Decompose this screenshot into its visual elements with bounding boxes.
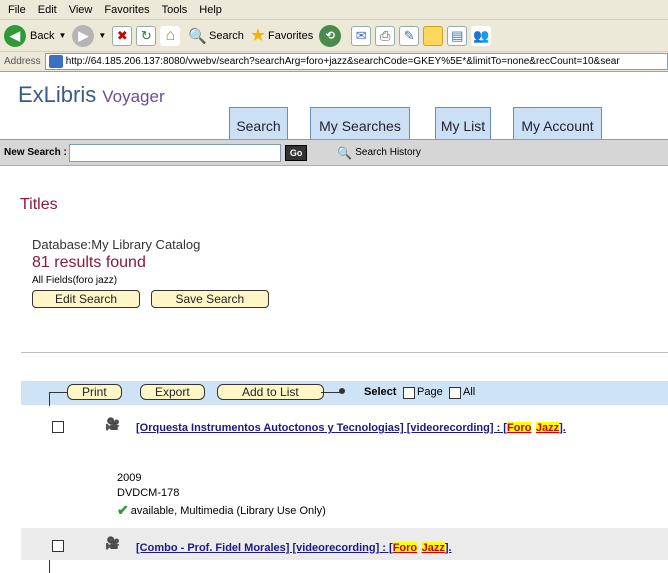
address-url: http://64.185.206.137:8080/vwebv/search?… bbox=[65, 56, 620, 67]
select-page-checkbox[interactable] bbox=[403, 387, 415, 399]
tab-my-searches[interactable]: My Searches bbox=[310, 107, 410, 139]
results-content: Titles Database:My Library Catalog 81 re… bbox=[0, 196, 668, 308]
record-title-end: ]. bbox=[559, 422, 566, 434]
dropdown-icon: ▼ bbox=[98, 31, 107, 40]
highlight-term: Foro bbox=[392, 542, 418, 554]
go-button[interactable]: Go bbox=[284, 144, 308, 161]
search-toolbar-button[interactable]: 🔍 Search bbox=[188, 27, 244, 45]
magnifier-icon: 🔍 bbox=[188, 27, 207, 45]
videorecording-icon: 🎥 bbox=[105, 417, 120, 431]
star-icon: ★ bbox=[249, 25, 266, 45]
new-search-bar: New Search : Go 🔍 Search History bbox=[0, 140, 668, 166]
record-availability: ✔ available, Multimedia (Library Use Onl… bbox=[117, 502, 326, 519]
logo-exlibris: ExLibris bbox=[18, 82, 97, 107]
results-action-bar: Print Export Add to List Select Page All bbox=[21, 381, 668, 405]
menu-tools[interactable]: Tools bbox=[158, 4, 196, 16]
menu-bar: File Edit View Favorites Tools Help bbox=[0, 0, 668, 20]
address-input[interactable]: http://64.185.206.137:8080/vwebv/search?… bbox=[44, 53, 668, 70]
tab-my-account[interactable]: My Account bbox=[513, 107, 602, 139]
checkmark-icon: ✔ bbox=[117, 502, 129, 518]
save-search-button[interactable]: Save Search bbox=[150, 290, 270, 308]
print-button[interactable]: Print bbox=[67, 384, 122, 400]
search-history-label: Search History bbox=[355, 147, 421, 158]
back-arrow-icon: ◀ bbox=[4, 24, 26, 47]
record-checkbox[interactable] bbox=[52, 540, 64, 552]
history-magnifier-icon: 🔍 bbox=[337, 145, 353, 160]
record-title-link[interactable]: [Orquesta Instrumentos Autoctonos y Tecn… bbox=[136, 419, 656, 436]
mail-icon[interactable]: ✉ bbox=[351, 25, 372, 46]
address-label: Address bbox=[4, 56, 41, 67]
home-icon[interactable]: ⌂ bbox=[160, 25, 181, 46]
highlight-term: Foro bbox=[506, 422, 532, 434]
page-title: Titles bbox=[20, 196, 58, 213]
record-call-number: DVDCM-178 bbox=[117, 487, 180, 499]
messenger-icon[interactable]: 👥 bbox=[471, 25, 492, 46]
back-label: Back bbox=[30, 29, 55, 42]
folder-icon[interactable] bbox=[423, 25, 444, 46]
new-search-label: New Search : bbox=[4, 147, 67, 158]
record-checkbox[interactable] bbox=[52, 421, 64, 433]
divider bbox=[21, 352, 668, 353]
new-search-input[interactable] bbox=[68, 143, 281, 162]
database-line: Database:My Library Catalog bbox=[32, 237, 201, 252]
export-button[interactable]: Export bbox=[140, 384, 205, 400]
all-label: All bbox=[463, 386, 476, 398]
refresh-icon[interactable]: ↻ bbox=[136, 25, 157, 46]
browser-toolbar: ◀ Back ▼ ▶ ▼ ✖ ↻ ⌂ 🔍 Search ★ Favorites … bbox=[0, 20, 668, 52]
results-count: 81 results found bbox=[32, 254, 146, 271]
edit-search-button[interactable]: Edit Search bbox=[32, 290, 141, 308]
address-bar: Address http://64.185.206.137:8080/vwebv… bbox=[0, 52, 668, 72]
record-title-link[interactable]: [Combo - Prof. Fidel Morales] [videoreco… bbox=[136, 538, 452, 556]
favorites-button[interactable]: ★ Favorites bbox=[250, 25, 313, 46]
search-label: Search bbox=[209, 29, 244, 42]
menu-edit[interactable]: Edit bbox=[34, 4, 65, 16]
research-icon[interactable]: ▤ bbox=[447, 25, 468, 46]
history-icon[interactable]: ⟲ bbox=[319, 24, 342, 47]
menu-file[interactable]: File bbox=[4, 4, 34, 16]
record-title: [Orquesta Instrumentos Autoctonos y Tecn… bbox=[136, 422, 507, 434]
tab-my-list[interactable]: My List bbox=[435, 107, 491, 139]
tab-search[interactable]: Search bbox=[229, 107, 288, 139]
result-record: 🎥 [Combo - Prof. Fidel Morales] [videore… bbox=[21, 528, 668, 560]
favorites-label: Favorites bbox=[268, 29, 314, 42]
forward-button[interactable]: ▶ ▼ bbox=[72, 24, 107, 47]
connector-line bbox=[321, 392, 341, 393]
connector-dot-icon bbox=[339, 388, 345, 394]
exlibris-logo: ExLibris Voyager bbox=[18, 82, 165, 108]
query-summary: All Fields(foro jazz) bbox=[32, 275, 118, 286]
page-icon bbox=[48, 55, 63, 68]
edit-icon[interactable]: ✎ bbox=[399, 25, 420, 46]
record-title: [Combo - Prof. Fidel Morales] [videoreco… bbox=[136, 542, 393, 554]
forward-arrow-icon: ▶ bbox=[72, 24, 95, 47]
page-label: Page bbox=[417, 386, 443, 398]
select-all-checkbox[interactable] bbox=[449, 387, 461, 399]
menu-view[interactable]: View bbox=[65, 4, 101, 16]
menu-help[interactable]: Help bbox=[195, 4, 230, 16]
connector-line bbox=[49, 392, 67, 393]
record-title-end: ]. bbox=[444, 542, 452, 554]
menu-favorites[interactable]: Favorites bbox=[100, 4, 157, 16]
highlight-term: Jazz bbox=[535, 422, 560, 434]
add-to-list-button[interactable]: Add to List bbox=[217, 384, 324, 400]
back-button[interactable]: ◀ Back ▼ bbox=[4, 24, 67, 47]
videorecording-icon: 🎥 bbox=[105, 536, 120, 550]
stop-icon[interactable]: ✖ bbox=[112, 25, 133, 46]
print-icon[interactable]: ⎙ bbox=[375, 25, 396, 46]
record-year: 2009 bbox=[117, 472, 142, 484]
search-history-link[interactable]: 🔍 Search History bbox=[337, 146, 421, 160]
highlight-term: Jazz bbox=[421, 542, 445, 554]
logo-voyager: Voyager bbox=[102, 87, 165, 106]
select-label: Select bbox=[364, 386, 397, 398]
availability-text: available, Multimedia (Library Use Only) bbox=[130, 504, 326, 517]
site-header: ExLibris Voyager Search My Searches My Li… bbox=[0, 72, 668, 140]
dropdown-icon: ▼ bbox=[58, 31, 67, 40]
result-record: 🎥 [Orquesta Instrumentos Autoctonos y Te… bbox=[21, 406, 668, 528]
